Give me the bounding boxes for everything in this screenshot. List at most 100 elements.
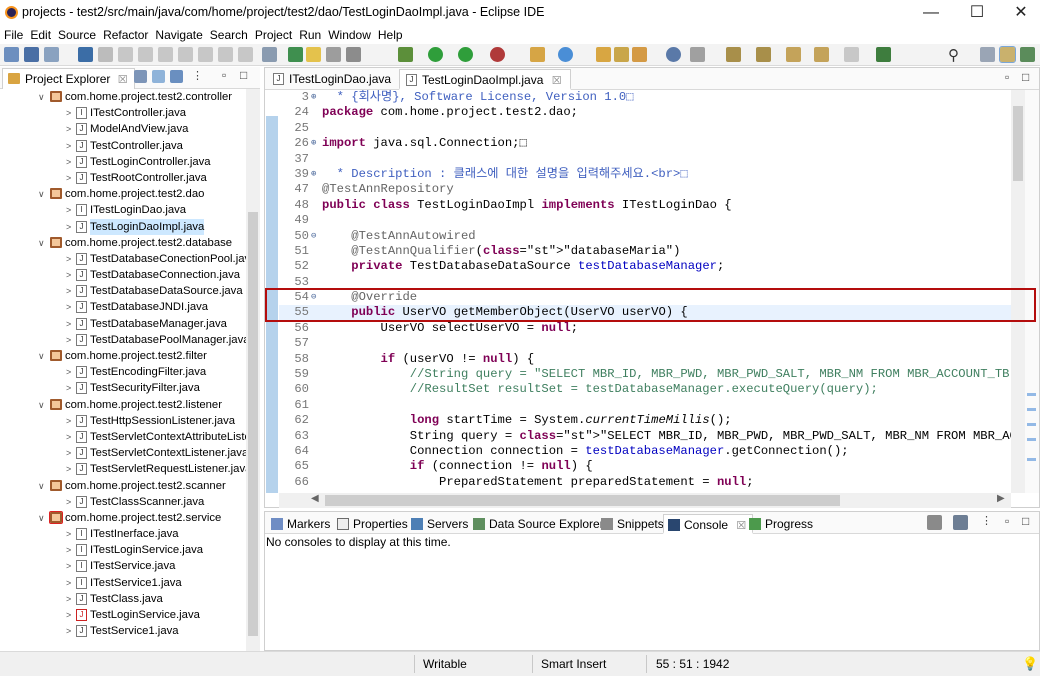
file-node[interactable]: > I ITestLoginDao.java <box>0 202 246 218</box>
code-line[interactable]: 26 ⊕ import java.sql.Connection;⬚ <box>279 136 1011 151</box>
expand-arrow-icon[interactable]: > <box>66 170 76 186</box>
tip-lightbulb-icon[interactable]: 💡 <box>1022 656 1038 672</box>
expand-arrow-icon[interactable]: ∨ <box>38 89 48 105</box>
code-line[interactable]: 61 <box>279 398 1011 413</box>
display-console-icon[interactable] <box>927 515 942 530</box>
file-node[interactable]: > J TestDatabaseJNDI.java <box>0 299 246 315</box>
code-line[interactable]: 64 Connection connection = testDatabaseM… <box>279 444 1011 459</box>
view-menu-icon[interactable]: ⋮ <box>192 69 203 82</box>
tab-progress[interactable]: Progress <box>745 514 819 534</box>
menu-edit[interactable]: Edit <box>26 26 54 43</box>
expand-arrow-icon[interactable]: > <box>66 251 76 267</box>
last-edit-icon[interactable] <box>756 47 771 62</box>
file-node[interactable]: > J TestDatabaseManager.java <box>0 316 246 332</box>
disconnect-icon[interactable] <box>178 47 193 62</box>
fold-collapse-icon[interactable]: ⊖ <box>311 229 316 244</box>
expand-arrow-icon[interactable]: > <box>66 332 76 348</box>
code-line[interactable]: 49 <box>279 213 1011 228</box>
file-node[interactable]: > J TestClassScanner.java <box>0 494 246 510</box>
package-node[interactable]: ∨ com.home.project.test2.listener <box>0 397 246 413</box>
file-node[interactable]: > I ITestController.java <box>0 105 246 121</box>
package-node[interactable]: ∨ com.home.project.test2.filter <box>0 348 246 364</box>
file-node[interactable]: > J TestClass.java <box>0 591 246 607</box>
next-annotation-icon[interactable] <box>690 47 705 62</box>
file-node[interactable]: > J TestSecurityFilter.java <box>0 380 246 396</box>
maximize-view-icon[interactable]: □ <box>240 68 247 82</box>
code-line[interactable]: 52 private TestDatabaseDataSource testDa… <box>279 259 1011 274</box>
new-java-project-icon[interactable] <box>530 47 545 62</box>
open-console-icon[interactable] <box>953 515 968 530</box>
expand-arrow-icon[interactable]: > <box>66 364 76 380</box>
drop-to-frame-icon[interactable] <box>262 47 277 62</box>
code-line[interactable]: 37 <box>279 152 1011 167</box>
file-node[interactable]: > I ITestService1.java <box>0 575 246 591</box>
code-line[interactable]: 24 package com.home.project.test2.dao; <box>279 105 1011 120</box>
code-line[interactable]: 58 if (userVO != null) { <box>279 352 1011 367</box>
expand-arrow-icon[interactable]: ∨ <box>38 478 48 494</box>
file-node[interactable]: > I ITestService.java <box>0 558 246 574</box>
expand-arrow-icon[interactable]: > <box>66 558 76 574</box>
file-node[interactable]: > J TestLoginService.java <box>0 607 246 623</box>
scroll-left-icon[interactable]: ◀ <box>311 493 319 504</box>
tab-snippets[interactable]: Snippets <box>597 514 670 534</box>
package-node[interactable]: ∨ com.home.project.test2.dao <box>0 186 246 202</box>
file-node[interactable]: > J ModelAndView.java <box>0 121 246 137</box>
debug-icon[interactable] <box>398 47 413 62</box>
code-line[interactable]: 3 ⊕ * {회사명}, Software License, Version 1.… <box>279 90 1011 105</box>
open-task-icon[interactable] <box>614 47 629 62</box>
expand-arrow-icon[interactable]: > <box>66 138 76 154</box>
editor-vertical-scroll-thumb[interactable] <box>1013 106 1023 181</box>
whitespace-icon[interactable] <box>346 47 361 62</box>
scroll-right-icon[interactable]: ▶ <box>997 493 1005 504</box>
new-class-icon[interactable] <box>558 47 573 62</box>
expand-arrow-icon[interactable]: > <box>66 316 76 332</box>
code-line[interactable]: 65 if (connection != null) { <box>279 459 1011 474</box>
overview-marker[interactable] <box>1027 423 1036 426</box>
step-return-icon[interactable] <box>238 47 253 62</box>
minimize-view-icon[interactable]: ▫ <box>222 68 226 82</box>
code-line[interactable]: 39 ⊕ * Description : 클래스에 대한 설명을 입력해주세요.<… <box>279 167 1011 182</box>
tab-properties[interactable]: Properties <box>333 514 414 534</box>
project-tree-scroll-thumb[interactable] <box>248 212 258 636</box>
globe-icon[interactable] <box>666 47 681 62</box>
expand-arrow-icon[interactable]: ∨ <box>38 348 48 364</box>
save-all-icon[interactable] <box>44 47 59 62</box>
file-node[interactable]: > J TestServletContextAttributeListe <box>0 429 246 445</box>
expand-arrow-icon[interactable]: > <box>66 105 76 121</box>
expand-arrow-icon[interactable]: > <box>66 121 76 137</box>
expand-arrow-icon[interactable]: > <box>66 445 76 461</box>
overview-marker[interactable] <box>1027 458 1036 461</box>
file-node[interactable]: > J TestDatabaseConectionPool.java <box>0 251 246 267</box>
terminal-icon[interactable] <box>78 47 93 62</box>
file-node[interactable]: > J TestDatabasePoolManager.java <box>0 332 246 348</box>
search-icon[interactable]: ⚲ <box>948 46 959 64</box>
menu-file[interactable]: File <box>0 26 26 43</box>
resume-icon[interactable] <box>118 47 133 62</box>
code-line[interactable]: 63 String query = class="st">"SELECT MBR… <box>279 429 1011 444</box>
maximize-button[interactable]: ☐ <box>954 0 1000 26</box>
expand-arrow-icon[interactable]: ∨ <box>38 397 48 413</box>
close-button[interactable]: ✕ <box>998 0 1040 26</box>
expand-arrow-icon[interactable]: ∨ <box>38 510 48 526</box>
file-node[interactable]: > J TestController.java <box>0 138 246 154</box>
skip-breakpoints-icon[interactable] <box>98 47 113 62</box>
expand-arrow-icon[interactable]: ∨ <box>38 235 48 251</box>
debug-perspective-icon[interactable] <box>1020 47 1035 62</box>
step-over-icon[interactable] <box>218 47 233 62</box>
menu-project[interactable]: Project <box>251 26 295 43</box>
save-icon[interactable] <box>24 47 39 62</box>
prev-edit-icon[interactable] <box>726 47 741 62</box>
forward-nav-icon[interactable] <box>844 47 859 62</box>
expand-arrow-icon[interactable]: > <box>66 494 76 510</box>
file-node[interactable]: > J TestHttpSessionListener.java <box>0 413 246 429</box>
code-line[interactable]: 60 //ResultSet resultSet = testDatabaseM… <box>279 382 1011 397</box>
back-nav-icon[interactable] <box>814 47 829 62</box>
expand-arrow-icon[interactable]: > <box>66 380 76 396</box>
menu-window[interactable]: Window <box>324 26 374 43</box>
menu-help[interactable]: Help <box>374 26 406 43</box>
menu-run[interactable]: Run <box>295 26 324 43</box>
expand-arrow-icon[interactable]: > <box>66 299 76 315</box>
expand-arrow-icon[interactable]: > <box>66 526 76 542</box>
package-node[interactable]: ∨ com.home.project.test2.service <box>0 510 246 526</box>
file-node[interactable]: > I ITestLoginService.java <box>0 542 246 558</box>
